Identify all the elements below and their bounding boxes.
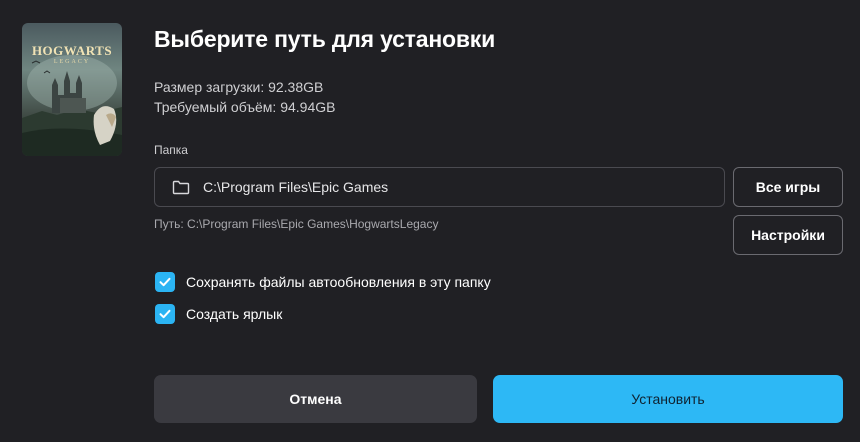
folder-path-input[interactable]: C:\Program Files\Epic Games <box>154 167 725 207</box>
auto-update-option[interactable]: Сохранять файлы автообновления в эту пап… <box>155 272 491 292</box>
required-space: Требуемый объём: 94.94GB <box>154 99 336 115</box>
folder-path-value: C:\Program Files\Epic Games <box>203 179 389 195</box>
cover-game-title: HOGWARTS <box>31 43 113 58</box>
download-size: Размер загрузки: 92.38GB <box>154 79 324 95</box>
dialog-title: Выберите путь для установки <box>154 26 496 52</box>
checkmark-icon <box>159 309 171 319</box>
game-cover-art: HOGWARTS LEGACY <box>22 23 122 156</box>
shortcut-option[interactable]: Создать ярлык <box>155 304 282 324</box>
cancel-button[interactable]: Отмена <box>154 375 477 423</box>
install-button[interactable]: Установить <box>493 375 843 423</box>
all-games-button[interactable]: Все игры <box>733 167 843 207</box>
shortcut-checkbox[interactable] <box>155 304 175 324</box>
cover-game-subtitle: LEGACY <box>53 59 91 65</box>
checkmark-icon <box>159 277 171 287</box>
folder-label: Папка <box>154 143 188 157</box>
folder-icon <box>172 179 190 195</box>
shortcut-label: Создать ярлык <box>186 306 283 322</box>
auto-update-label: Сохранять файлы автообновления в эту пап… <box>186 274 491 290</box>
auto-update-checkbox[interactable] <box>155 272 175 292</box>
settings-button[interactable]: Настройки <box>733 215 843 255</box>
install-path: Путь: C:\Program Files\Epic Games\Hogwar… <box>154 217 439 231</box>
